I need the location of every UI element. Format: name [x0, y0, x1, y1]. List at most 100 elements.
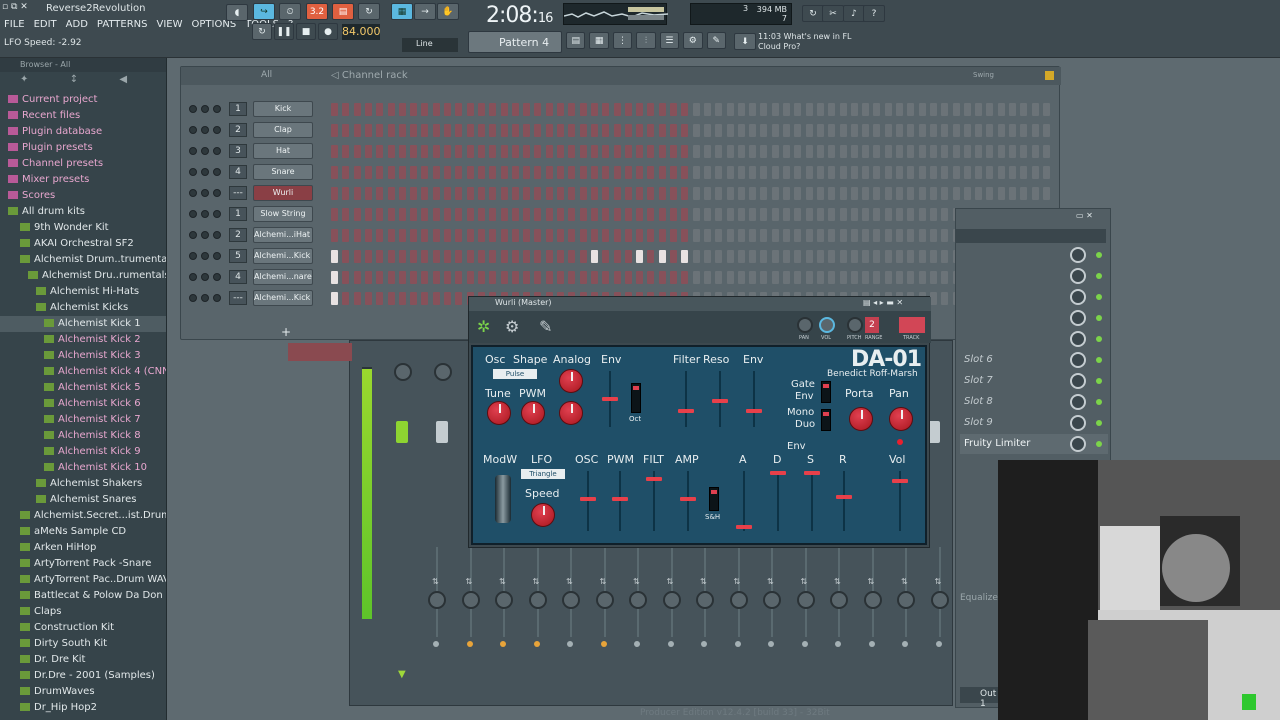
step-button[interactable] — [364, 145, 372, 158]
browser-item[interactable]: Alchemist Dru..rumentals.com) — [0, 268, 166, 284]
step-button[interactable] — [692, 271, 700, 284]
step-button[interactable] — [703, 187, 711, 200]
step-button[interactable] — [477, 166, 485, 179]
step-button[interactable] — [805, 166, 813, 179]
channel-name-button[interactable]: Alchemi...Kick 1 — [253, 290, 313, 306]
step-button[interactable] — [398, 187, 406, 200]
step-button[interactable] — [896, 145, 903, 158]
pattern-song-toggle[interactable]: ▦ — [391, 3, 413, 20]
step-button[interactable] — [455, 103, 463, 116]
channel-mixer-target[interactable]: 2 — [229, 123, 247, 137]
step-button[interactable] — [376, 166, 384, 179]
step-button[interactable] — [783, 271, 790, 284]
pattern-selector[interactable]: Pattern 4 — [468, 31, 562, 53]
step-button[interactable] — [975, 145, 983, 158]
step-button[interactable] — [410, 187, 418, 200]
step-button[interactable] — [1020, 103, 1028, 116]
step-button[interactable] — [884, 271, 892, 284]
step-button[interactable] — [579, 271, 587, 284]
send-knob[interactable] — [897, 591, 915, 609]
step-button[interactable] — [444, 103, 451, 116]
swap-icon[interactable]: ⇅ — [633, 577, 640, 586]
pan-knob[interactable] — [889, 407, 913, 431]
step-button[interactable] — [907, 103, 915, 116]
step-button[interactable] — [839, 124, 847, 137]
step-button[interactable] — [489, 187, 497, 200]
step-button[interactable] — [410, 145, 418, 158]
step-button[interactable] — [896, 124, 903, 137]
fx-mix-knob[interactable] — [1070, 436, 1086, 452]
step-button[interactable] — [670, 271, 677, 284]
step-button[interactable] — [997, 103, 1005, 116]
fx-mix-knob[interactable] — [1070, 289, 1086, 305]
step-button[interactable] — [929, 250, 937, 263]
plugin-picker-icon[interactable]: ⚙ — [683, 32, 703, 49]
browser-item[interactable]: Alchemist Kick 1 — [0, 316, 166, 332]
step-button[interactable] — [331, 166, 338, 179]
step-button[interactable] — [421, 229, 429, 242]
step-button[interactable] — [636, 187, 644, 200]
step-button[interactable] — [477, 250, 485, 263]
step-button[interactable] — [850, 187, 858, 200]
step-button[interactable] — [364, 187, 372, 200]
step-button[interactable] — [918, 103, 926, 116]
step-button[interactable] — [534, 145, 542, 158]
step-button[interactable] — [387, 145, 395, 158]
step-button[interactable] — [624, 271, 632, 284]
step-button[interactable] — [636, 166, 644, 179]
step-button[interactable] — [862, 103, 870, 116]
step-button[interactable] — [839, 187, 847, 200]
step-button[interactable] — [364, 208, 372, 221]
step-button[interactable] — [749, 208, 757, 221]
tools-icon[interactable]: ✎ — [706, 32, 726, 49]
step-button[interactable] — [794, 208, 802, 221]
step-button[interactable] — [737, 187, 745, 200]
mic-icon[interactable]: ♪ — [843, 5, 865, 22]
step-button[interactable] — [331, 292, 338, 305]
swap-icon[interactable]: ⇅ — [868, 577, 875, 586]
step-button[interactable] — [432, 292, 440, 305]
channel-mixer-target[interactable]: 2 — [229, 228, 247, 242]
step-button[interactable] — [907, 229, 915, 242]
send-knob[interactable] — [629, 591, 647, 609]
step-button[interactable] — [726, 103, 734, 116]
fx-mix-knob[interactable] — [1070, 310, 1086, 326]
browser-item[interactable]: Alchemist Snares — [0, 492, 166, 508]
time-display[interactable]: 2:08:16 — [486, 3, 556, 29]
step-button[interactable] — [703, 208, 711, 221]
swap-icon[interactable]: ⇅ — [466, 577, 473, 586]
step-button[interactable] — [941, 271, 949, 284]
step-button[interactable] — [342, 271, 350, 284]
step-button[interactable] — [794, 103, 802, 116]
mixer-track-tab[interactable] — [288, 343, 352, 361]
channel-led[interactable] — [213, 147, 221, 155]
fx-enable-led[interactable] — [1096, 273, 1102, 279]
step-button[interactable] — [692, 208, 700, 221]
step-button[interactable] — [545, 166, 553, 179]
step-button[interactable] — [862, 124, 870, 137]
release-fader[interactable] — [836, 495, 852, 499]
countdown-button[interactable]: ✋ — [437, 3, 459, 20]
swap-icon[interactable]: ⇅ — [935, 577, 942, 586]
channel-mixer-target[interactable]: 1 — [229, 207, 247, 221]
browser-item[interactable]: aMeNs Sample CD — [0, 524, 166, 540]
send-knob[interactable] — [495, 591, 513, 609]
step-button[interactable] — [590, 103, 598, 116]
vol-fader[interactable] — [892, 479, 908, 483]
step-button[interactable] — [342, 292, 350, 305]
step-button[interactable] — [794, 229, 802, 242]
step-button[interactable] — [376, 250, 384, 263]
step-button[interactable] — [466, 208, 474, 221]
step-button[interactable] — [364, 292, 372, 305]
step-button[interactable] — [771, 166, 779, 179]
analog-knob[interactable] — [559, 369, 583, 393]
step-button[interactable] — [963, 187, 971, 200]
step-button[interactable] — [579, 103, 587, 116]
step-button[interactable] — [579, 229, 587, 242]
step-button[interactable] — [579, 250, 587, 263]
step-button[interactable] — [862, 250, 870, 263]
channel-led[interactable] — [201, 273, 209, 281]
step-button[interactable] — [489, 166, 497, 179]
song-mode-button[interactable]: ↪ — [253, 3, 275, 20]
lfo-filt-fader[interactable] — [646, 477, 662, 481]
